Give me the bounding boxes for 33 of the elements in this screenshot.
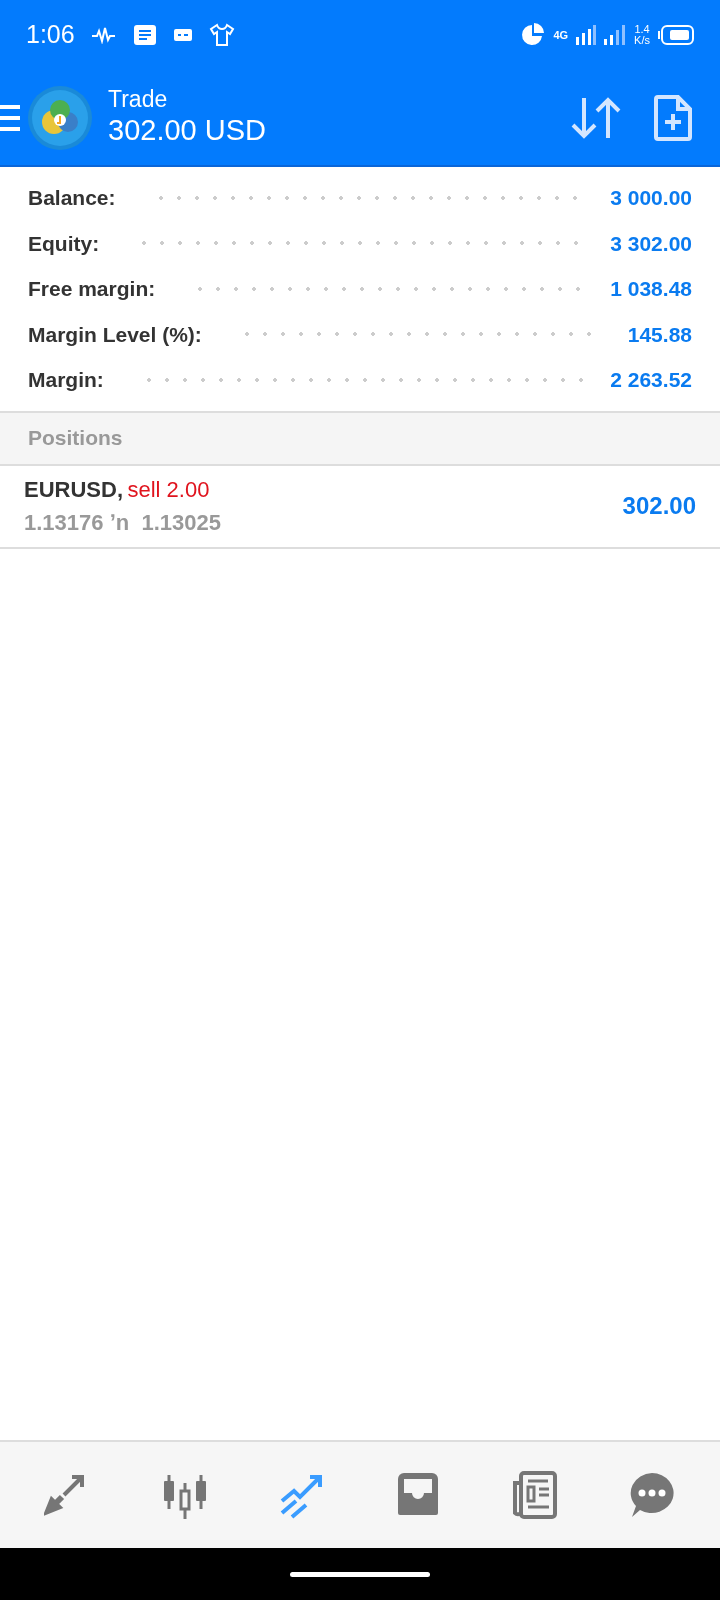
header-balance: 302.00 USD [108,112,267,148]
summary-value: 2 263.52 [610,367,692,393]
position-symbol: EURUSD, [24,477,123,502]
activity-icon [90,26,117,44]
speed-unit: K/s [634,35,650,46]
summary-label: Equity: [28,230,100,257]
section-header: Positions [28,425,123,452]
home-indicator[interactable] [290,1571,430,1577]
summary-label: Free margin: [28,276,156,302]
summary-value: 3 000.00 [610,185,692,211]
summary-label: Margin Level (%): [28,321,202,348]
position-row[interactable]: EURUSD, sell 2.00 1.13176 ʼn 1.13025 302.00 [0,465,720,549]
summary-label: Balance: [28,185,116,211]
summary-value: 145.88 [627,321,692,348]
pie-chart-icon [521,23,546,47]
status-time: 1:06 [26,19,75,51]
summary-value: 1 038.48 [610,276,692,302]
menu-icon[interactable] [0,103,20,132]
signal-icon [604,25,627,45]
header-title: Trade [108,87,169,113]
signal-icon [576,25,597,45]
network-type: 4G [553,27,569,43]
speed-value: 1.4 [634,24,650,35]
chat-icon [172,28,193,42]
position-prices: 1.13176 ʼn 1.13025 [24,509,221,537]
message-icon [132,24,157,46]
shirt-icon [208,23,235,47]
summary-value: 3 302.00 [610,230,692,257]
position-profit: 302.00 [622,491,696,521]
position-type: sell 2.00 [127,477,210,502]
logo-icon [28,85,92,150]
battery-icon [658,25,694,45]
summary-label: Margin: [28,367,104,393]
